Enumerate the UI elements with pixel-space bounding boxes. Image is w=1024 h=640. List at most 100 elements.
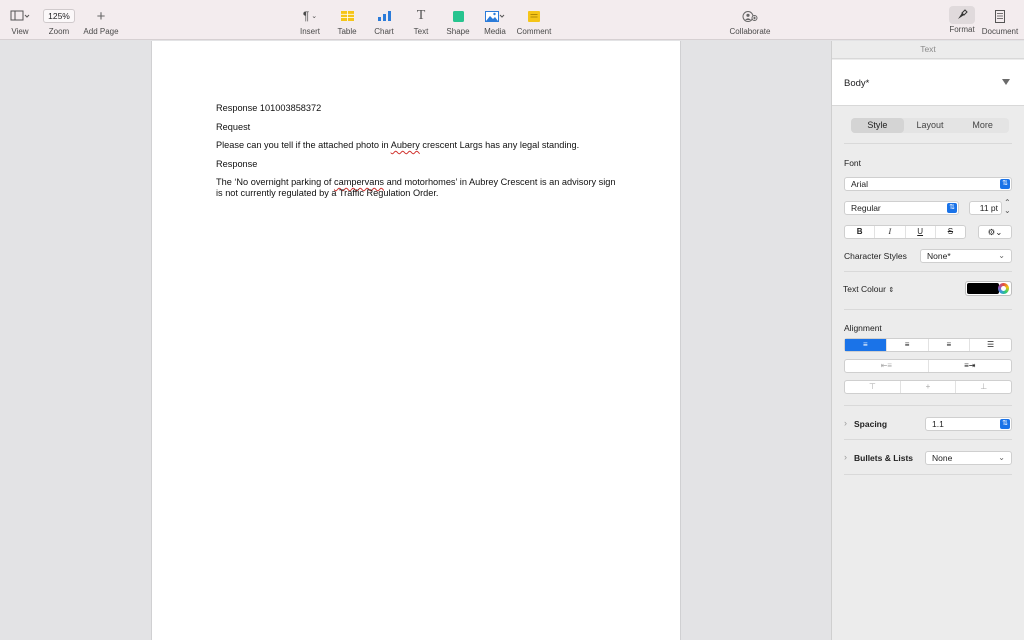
document-canvas[interactable]: Response 101003858372 Request Please can… <box>0 41 831 640</box>
indent-buttons: ⇤≡ ≡⇥ <box>844 359 1012 373</box>
bold-button[interactable]: B <box>845 226 876 238</box>
collaborate-label: Collaborate <box>729 27 771 36</box>
doc-paragraph[interactable]: Request <box>216 122 616 133</box>
collaborate-person-icon <box>742 6 758 26</box>
divider <box>844 309 1012 310</box>
zoom-control[interactable]: 125% Zoom <box>40 6 78 40</box>
comment-note-icon <box>528 6 540 26</box>
paragraph-style-selector[interactable]: Body* <box>832 60 1024 106</box>
doc-text: Request <box>216 121 251 132</box>
text-button[interactable]: T Text <box>408 6 434 40</box>
tab-style[interactable]: Style <box>851 118 904 133</box>
divider <box>844 439 1012 440</box>
misspelled-word[interactable]: campervans <box>334 177 384 187</box>
format-label: Format <box>949 25 975 34</box>
square-shape-icon <box>452 6 464 26</box>
chart-label: Chart <box>374 27 394 36</box>
shape-button[interactable]: Shape <box>445 6 471 40</box>
align-bottom-icon[interactable]: ⊥ <box>956 381 1011 393</box>
strikethrough-button[interactable]: S <box>936 226 965 238</box>
bar-chart-icon <box>377 6 391 26</box>
misspelled-word[interactable]: Aubery <box>391 140 420 150</box>
text-label: Text <box>413 27 429 36</box>
table-label: Table <box>337 27 357 36</box>
doc-paragraph[interactable]: Response 101003858372 <box>216 103 616 114</box>
text-t-icon: T <box>416 8 426 23</box>
align-middle-icon[interactable]: + <box>901 381 957 393</box>
sidebar-view-icon <box>10 6 30 26</box>
align-center-icon[interactable]: ≡ <box>887 339 929 351</box>
chevron-down-icon: ⌄ <box>998 453 1005 462</box>
paragraph-style-name: Body* <box>844 78 870 89</box>
media-button[interactable]: Media <box>482 6 508 40</box>
spacing-label[interactable]: Spacing <box>854 419 887 429</box>
insert-label: Insert <box>299 27 320 36</box>
stepper-arrows-icon: ⇅ <box>1000 179 1010 189</box>
align-left-icon[interactable]: ≡ <box>845 339 887 351</box>
text-colour-well[interactable] <box>965 281 1012 296</box>
chevron-down-icon <box>1002 79 1010 85</box>
spacing-value: 1.1 <box>932 419 944 429</box>
tab-more[interactable]: More <box>956 118 1009 133</box>
view-button[interactable]: View <box>8 6 32 40</box>
text-colour-label[interactable]: Text Colour ⇕ <box>843 284 894 294</box>
doc-paragraph[interactable]: Response <box>216 159 616 170</box>
collaborate-button[interactable]: Collaborate <box>726 6 774 40</box>
chevron-right-icon[interactable]: › <box>844 452 847 462</box>
align-justify-icon[interactable]: ☰ <box>970 339 1011 351</box>
font-family-value: Arial <box>851 179 869 189</box>
alignment-buttons: ≡ ≡ ≡ ☰ <box>844 338 1012 352</box>
spacing-select[interactable]: 1.1 ⇅ <box>925 417 1012 431</box>
format-button[interactable]: Format <box>946 6 978 40</box>
character-styles-select[interactable]: None* ⌄ <box>920 249 1012 263</box>
font-typeface-value: Regular <box>851 203 881 213</box>
comment-label: Comment <box>516 27 552 36</box>
font-size-value: 11 pt <box>979 203 998 213</box>
document-page[interactable]: Response 101003858372 Request Please can… <box>151 41 681 640</box>
chart-button[interactable]: Chart <box>371 6 397 40</box>
doc-paragraph[interactable]: Please can you tell if the attached phot… <box>216 140 616 151</box>
underline-button[interactable]: U <box>906 226 936 238</box>
photo-icon <box>485 6 505 26</box>
shape-label: Shape <box>446 27 470 36</box>
stepper-arrows-icon: ⇅ <box>1000 419 1010 429</box>
font-typeface-select[interactable]: Regular ⇅ <box>844 201 959 215</box>
align-right-icon[interactable]: ≡ <box>929 339 971 351</box>
font-size-field[interactable]: 11 pt <box>969 201 1002 215</box>
insert-button[interactable]: ¶ ⌄ Insert <box>297 6 323 40</box>
comment-button[interactable]: Comment <box>516 6 552 40</box>
sidebar-header: Text <box>832 41 1024 59</box>
chevron-right-icon[interactable]: › <box>844 418 847 428</box>
doc-paragraph[interactable]: The ‘No overnight parking of campervans … <box>216 177 616 199</box>
divider <box>844 143 1012 144</box>
bullets-lists-select[interactable]: None ⌄ <box>925 451 1012 465</box>
text-options-button[interactable]: ⚙⌄ <box>978 225 1012 239</box>
document-body[interactable]: Response 101003858372 Request Please can… <box>216 103 616 207</box>
colour-wheel-icon[interactable] <box>998 283 1009 294</box>
document-button[interactable]: Document <box>980 6 1020 40</box>
zoom-label: Zoom <box>48 27 70 36</box>
document-icon <box>995 6 1005 26</box>
bullets-lists-label[interactable]: Bullets & Lists <box>854 453 913 463</box>
tab-layout[interactable]: Layout <box>904 118 957 133</box>
colour-swatch <box>967 283 999 294</box>
divider <box>844 271 1012 272</box>
table-button[interactable]: Table <box>334 6 360 40</box>
increase-indent-icon[interactable]: ≡⇥ <box>929 360 1012 372</box>
gear-icon: ⚙⌄ <box>987 227 1003 237</box>
divider <box>844 405 1012 406</box>
font-size-stepper-icon[interactable]: ⌃ ⌄ <box>1004 199 1011 215</box>
table-icon <box>340 6 354 26</box>
font-family-select[interactable]: Arial ⇅ <box>844 177 1012 191</box>
pilcrow-icon: ¶ ⌄ <box>302 9 318 23</box>
zoom-value[interactable]: 125% <box>43 9 75 23</box>
doc-text: Response <box>216 158 258 169</box>
doc-text: Response 101003858372 <box>216 103 322 113</box>
align-top-icon[interactable]: ⊤ <box>845 381 901 393</box>
font-style-buttons: B I U S <box>844 225 966 239</box>
media-label: Media <box>484 27 506 36</box>
add-page-button[interactable]: + Add Page <box>82 6 120 40</box>
paintbrush-icon <box>949 6 975 24</box>
italic-button[interactable]: I <box>875 226 906 238</box>
decrease-indent-icon[interactable]: ⇤≡ <box>845 360 929 372</box>
